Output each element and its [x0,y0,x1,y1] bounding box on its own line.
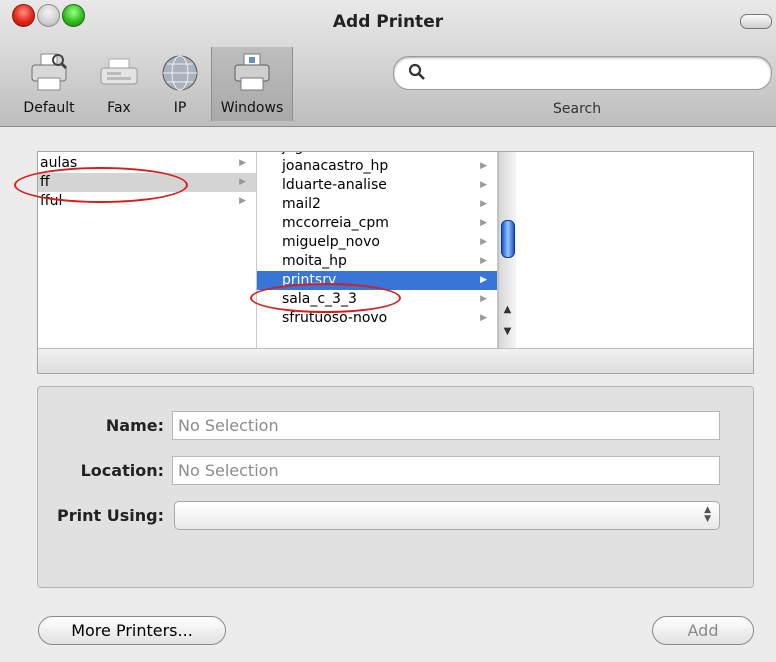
name-field[interactable]: No Selection [172,411,720,440]
print-using-label: Print Using: [57,506,164,525]
list-item-label: mail2 [282,196,321,212]
toolbar-item-fax[interactable]: Fax [93,47,145,121]
chevron-right-icon: ▶ [480,180,487,190]
browser-column-hosts: jagmorais▶ joanacastro_hp▶ lduarte-anali… [257,152,498,348]
annotation-ellipse [14,167,188,203]
location-field[interactable]: No Selection [172,456,720,485]
list-item[interactable]: lduarte-analise ▶ [257,176,497,195]
search-icon [408,63,425,80]
toolbar-item-label: Fax [107,100,131,116]
search-label: Search [553,101,602,117]
toolbar-item-windows[interactable]: Windows [211,47,293,121]
list-item[interactable]: moita_hp ▶ [257,252,497,271]
search-field[interactable] [393,56,772,90]
horizontal-scrollbar[interactable] [38,348,753,373]
toolbar-toggle-button[interactable] [740,14,772,29]
chevron-right-icon: ▶ [480,313,487,323]
chevron-right-icon: ▶ [480,237,487,247]
more-printers-button[interactable]: More Printers... [38,616,226,645]
toolbar-item-label: Default [23,100,75,116]
chevron-right-icon: ▶ [239,196,246,206]
list-item-label: joanacastro_hp [282,158,389,174]
annotation-ellipse [250,283,401,313]
vertical-scrollbar[interactable]: ▲ ▼ [498,152,516,348]
list-item[interactable]: mccorreia_cpm ▶ [257,214,497,233]
list-item[interactable]: joanacastro_hp ▶ [257,157,497,176]
chevron-right-icon: ▶ [480,294,487,304]
chevron-right-icon: ▶ [480,199,487,209]
add-button[interactable]: Add [652,616,754,645]
scrollbar-thumb[interactable] [501,220,515,258]
chevron-right-icon: ▶ [480,256,487,266]
toolbar: Add Printer Default Fax IP Windows Searc… [0,0,776,127]
chevron-right-icon: ▶ [480,275,487,285]
scroll-up-arrow-icon[interactable]: ▲ [499,304,516,315]
scroll-down-arrow-icon[interactable]: ▼ [499,326,516,337]
list-item-label: lduarte-analise [282,177,387,193]
list-item-label: moita_hp [282,253,347,269]
toolbar-item-label: IP [173,100,187,116]
list-item-label: miguelp_novo [282,234,380,250]
chevron-right-icon: ▶ [480,218,487,228]
search-input[interactable] [434,57,761,89]
location-label: Location: [80,461,164,480]
toolbar-item-ip[interactable]: IP [155,47,205,121]
windows-printer-icon [234,53,270,91]
default-printer-icon [31,53,68,91]
list-item[interactable]: mail2 ▶ [257,195,497,214]
toolbar-item-label: Windows [220,100,284,116]
globe-icon [162,55,198,91]
up-down-arrows-icon: ▲ ▼ [704,505,711,524]
fax-icon [100,58,138,85]
list-item[interactable]: sfrutuoso-novo ▶ [257,309,497,328]
window-title: Add Printer [332,12,444,32]
chevron-right-icon: ▶ [239,158,246,168]
add-printer-window: Add Printer Default Fax IP Windows Searc… [0,0,776,662]
name-label: Name: [105,416,164,435]
chevron-right-icon: ▶ [239,177,246,187]
chevron-right-icon: ▶ [480,161,487,171]
list-item[interactable]: miguelp_novo ▶ [257,233,497,252]
toolbar-item-default[interactable]: Default [20,47,78,121]
list-item-label: mccorreia_cpm [282,215,389,231]
print-using-select[interactable]: ▲ ▼ [174,501,720,530]
